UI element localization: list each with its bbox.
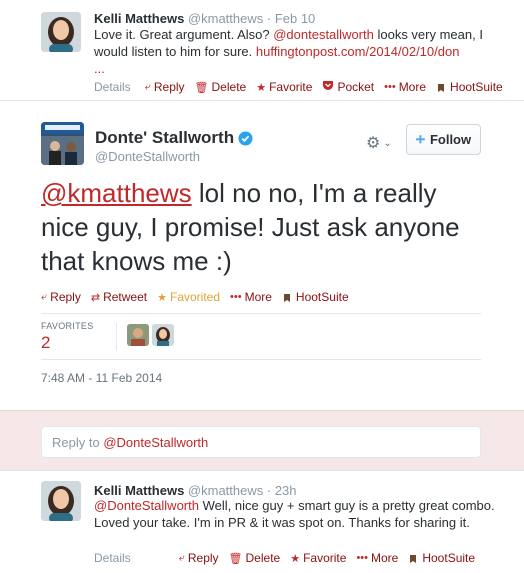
avatar[interactable] (41, 12, 81, 52)
pocket-icon (322, 80, 334, 94)
reply-icon: ⤶ (144, 80, 151, 93)
reply-input[interactable]: Reply to @DonteStallworth (41, 426, 481, 458)
tweet-header: Kelli Matthews @kmatthews · Feb 10 (94, 11, 315, 26)
reply-button[interactable]: ⤶ Reply (145, 80, 185, 94)
mention-link[interactable]: @dontestallworth (273, 27, 374, 42)
more-dots-icon: ••• (230, 291, 242, 303)
divider (41, 359, 481, 360)
favorites-label: FAVORITES (41, 321, 94, 331)
avatar[interactable] (41, 481, 81, 521)
more-dots-icon: ••• (384, 81, 396, 93)
details-link[interactable]: Details (94, 551, 131, 565)
divider (0, 100, 524, 101)
trash-icon: 🗑︎ (228, 552, 243, 565)
divider (116, 323, 117, 351)
trash-icon: 🗑︎ (194, 81, 209, 94)
retweet-button[interactable]: ⇄ Retweet (91, 290, 147, 304)
hootsuite-icon (282, 292, 292, 302)
hootsuite-button[interactable]: HootSuite (282, 290, 349, 304)
tweet-timestamp[interactable]: 7:48 AM - 11 Feb 2014 (41, 371, 162, 385)
delete-button[interactable]: 🗑︎ Delete (229, 551, 281, 565)
star-icon: ★ (256, 81, 267, 94)
tweet-text: Love it. Great argument. Also? @dontesta… (94, 27, 483, 76)
details-link[interactable]: Details (94, 80, 131, 94)
user-handle[interactable]: @kmatthews (188, 483, 263, 498)
delete-button[interactable]: 🗑︎ Delete (195, 80, 247, 94)
tweet-time[interactable]: · 23h (267, 483, 297, 498)
favorited-button[interactable]: ★ Favorited (157, 290, 220, 304)
prev-tweet: Kelli Matthews @kmatthews · Feb 10 Love … (0, 0, 524, 100)
favorite-button[interactable]: ★ Favorite (256, 80, 312, 94)
tweet-text: @DonteStallworth Well, nice guy + smart … (94, 498, 495, 530)
follow-person-icon: ➕︎ (415, 132, 425, 146)
tweet-time[interactable]: · Feb 10 (267, 11, 315, 26)
reply-tweet: Kelli Matthews @kmatthews · 23h @DonteSt… (0, 472, 524, 573)
more-button[interactable]: ••• More (356, 551, 398, 565)
reply-button[interactable]: ⤶ Reply (179, 551, 219, 565)
url-ellipsis[interactable]: ... (94, 61, 105, 76)
mention-link[interactable]: @kmatthews (41, 178, 192, 208)
favorite-button[interactable]: ★ Favorite (290, 551, 346, 565)
tweet-header: Kelli Matthews @kmatthews · 23h (94, 483, 297, 498)
main-avatar[interactable] (41, 122, 84, 165)
reply-icon: ⤶ (178, 551, 185, 564)
hootsuite-icon (408, 553, 418, 563)
chevron-down-icon: ⌄ (383, 137, 392, 149)
favoriter-avatar[interactable] (127, 324, 149, 346)
hootsuite-button[interactable]: HootSuite (408, 551, 475, 565)
hootsuite-icon (436, 82, 446, 92)
gear-icon: ⚙ (366, 135, 381, 152)
reply-button[interactable]: ⤶ Reply (41, 290, 81, 304)
reply-icon: ⤶ (41, 290, 48, 303)
more-dots-icon: ••• (356, 552, 368, 564)
more-button[interactable]: ••• More (230, 290, 272, 304)
user-name[interactable]: Kelli Matthews (94, 483, 184, 498)
tweet-actions: Details ⤶ Reply 🗑︎ Delete ★ Favorite Pocket… (94, 80, 513, 94)
divider (41, 313, 481, 314)
verified-badge-icon (238, 131, 253, 146)
hootsuite-button[interactable]: HootSuite (436, 80, 503, 94)
follow-button[interactable]: ➕︎ Follow (406, 124, 481, 155)
reply-area: Reply to @DonteStallworth (0, 410, 524, 471)
main-tweet-text: @kmatthews lol no no, I'm a really nice … (41, 178, 460, 276)
user-actions-menu[interactable]: ⚙ ⌄ (366, 133, 392, 153)
tweet-actions: Details ⤶ Reply 🗑︎ Delete ★ Favorite ••• Mor… (94, 551, 485, 565)
retweet-icon: ⇄ (90, 291, 101, 304)
favoriter-avatar[interactable] (152, 324, 174, 346)
star-icon: ★ (290, 552, 301, 565)
main-user-name[interactable]: Donte' Stallworth (95, 128, 253, 148)
url-link[interactable]: huffingtonpost.com/2014/02/10/don (256, 44, 460, 59)
main-user-handle[interactable]: @DonteStallworth (95, 149, 200, 164)
favorites-count[interactable]: 2 (41, 333, 50, 353)
pocket-button[interactable]: Pocket (322, 80, 374, 94)
user-handle[interactable]: @kmatthews (188, 11, 263, 26)
mention-link[interactable]: @DonteStallworth (94, 498, 199, 513)
main-tweet-actions: ⤶ Reply ⇄ Retweet ★ Favorited ••• More HootS… (41, 290, 359, 304)
star-icon: ★ (157, 291, 167, 304)
user-name[interactable]: Kelli Matthews (94, 11, 184, 26)
more-button[interactable]: ••• More (384, 80, 426, 94)
